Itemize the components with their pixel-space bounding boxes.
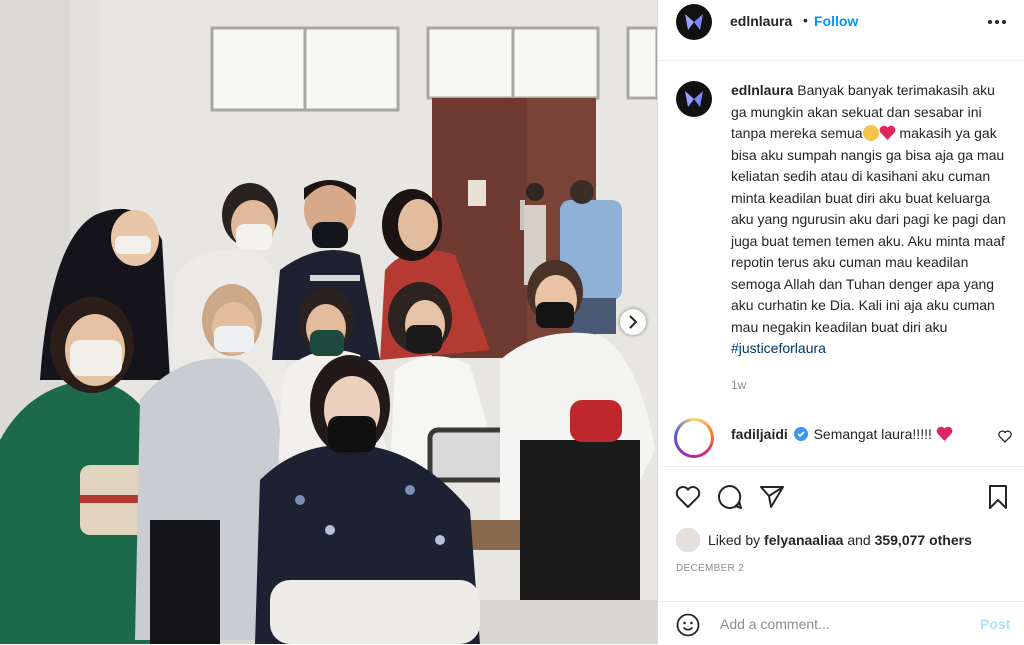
verified-badge-icon (793, 427, 808, 441)
commenter-avatar[interactable] (674, 418, 714, 458)
comment-body: Semangat laura!!!!! (813, 426, 932, 442)
comment-text: fadiljaidi Semangat laura!!!!! (731, 426, 953, 442)
post-photo[interactable] (0, 0, 657, 644)
red-heart-emoji-icon (936, 426, 953, 441)
bookmark-icon[interactable] (984, 483, 1012, 511)
actions-divider (658, 466, 1024, 467)
paper-plane-icon[interactable] (758, 483, 786, 511)
post-date[interactable]: DECEMBER 2 (676, 563, 744, 574)
caption-time-ago[interactable]: 1w (731, 378, 746, 392)
comment-item: fadiljaidi Semangat laura!!!!! (658, 416, 1024, 460)
butterfly-logo-icon (685, 14, 703, 30)
post-comment-button[interactable]: Post (980, 616, 1010, 632)
likes-count[interactable]: 359,077 others (875, 532, 972, 548)
group-photo-image (0, 0, 657, 644)
caption-text: edlnlaura Banyak banyak terimakasih aku g… (731, 80, 1013, 360)
action-bar (658, 478, 1024, 518)
commenter-avatar-image (677, 421, 711, 455)
comment-like-heart-icon[interactable] (998, 430, 1012, 443)
likes-summary[interactable]: Liked by felyanaaliaa and 359,077 others (676, 528, 972, 552)
post-header: edlnlaura • Follow (658, 0, 1024, 46)
likes-and: and (847, 532, 871, 548)
comment-bubble-icon[interactable] (716, 483, 744, 511)
hashtag-link[interactable]: #justiceforlaura (731, 340, 826, 356)
caption-username[interactable]: edlnlaura (731, 82, 793, 98)
add-comment-form: Add a comment... Post (658, 601, 1024, 645)
heart-outline-icon[interactable] (674, 483, 702, 511)
caption-author-avatar[interactable] (676, 81, 712, 117)
liker-avatar[interactable] (676, 528, 700, 552)
red-heart-emoji-icon (879, 125, 895, 140)
chevron-right-icon (629, 315, 638, 329)
smiley-icon[interactable] (676, 613, 700, 637)
butterfly-logo-icon (685, 91, 703, 107)
author-avatar[interactable] (676, 4, 712, 40)
author-username[interactable]: edlnlaura (730, 13, 792, 29)
caption-body-2: makasih ya gak bisa aku sumpah nangis ga… (731, 125, 1006, 335)
comment-input[interactable]: Add a comment... (720, 616, 830, 632)
liker-username[interactable]: felyanaaliaa (764, 532, 843, 548)
follow-button[interactable]: Follow (814, 13, 858, 29)
more-horizontal-icon[interactable] (986, 12, 1008, 32)
commenter-username[interactable]: fadiljaidi (731, 426, 788, 442)
next-photo-button[interactable] (619, 308, 647, 336)
post-detail-panel: edlnlaura • Follow edlnlaura Banyak banya… (657, 0, 1024, 644)
separator-dot: • (803, 12, 808, 28)
header-divider (658, 60, 1024, 61)
sad-face-emoji-icon (862, 125, 879, 141)
likes-prefix: Liked by (708, 532, 761, 548)
